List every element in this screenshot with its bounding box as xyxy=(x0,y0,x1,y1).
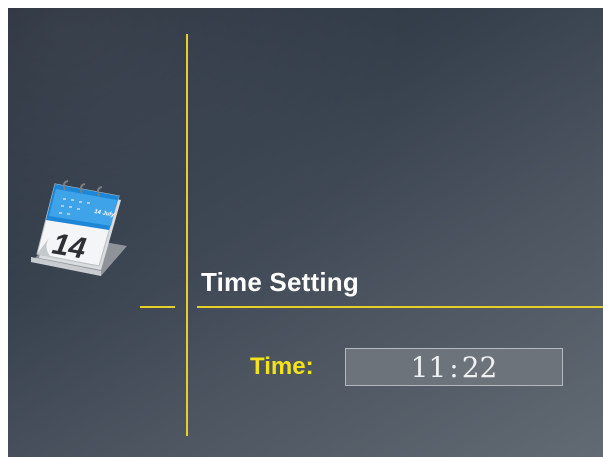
vertical-divider xyxy=(186,34,188,436)
calendar-icon: 14 July 14 xyxy=(25,178,129,278)
time-label: Time: xyxy=(250,353,314,380)
time-hours-field[interactable]: 11 xyxy=(411,351,447,384)
calendar-day-text: 14 xyxy=(50,227,89,265)
page-title: Time Setting xyxy=(201,267,359,297)
time-separator: : xyxy=(449,350,459,384)
horizontal-divider-left xyxy=(140,306,175,308)
time-input-field[interactable]: 11 : 22 xyxy=(345,348,563,386)
time-setting-screen: 14 July 14 Time Setting Time: 11 : 22 xyxy=(8,8,603,457)
time-minutes-field[interactable]: 22 xyxy=(462,351,498,384)
horizontal-divider-right xyxy=(197,306,603,308)
